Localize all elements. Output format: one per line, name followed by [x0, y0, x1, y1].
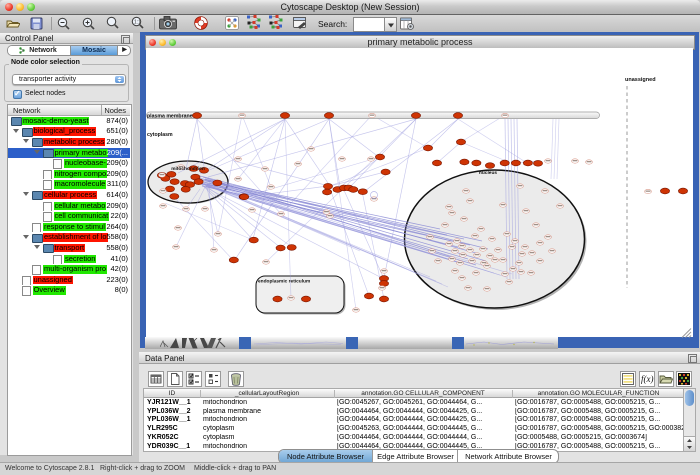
svg-text:nucleus: nucleus	[479, 170, 497, 176]
svg-text:endoplasmic reticulum: endoplasmic reticulum	[258, 278, 310, 284]
svg-text:unassigned: unassigned	[625, 77, 656, 83]
svg-text:1:1: 1:1	[134, 20, 141, 26]
svg-text:cytoplasm: cytoplasm	[147, 132, 173, 138]
svg-text:f(x): f(x)	[641, 374, 654, 384]
svg-text:mitochondrion: mitochondrion	[171, 166, 205, 172]
svg-text:plasma membrane: plasma membrane	[147, 113, 193, 119]
